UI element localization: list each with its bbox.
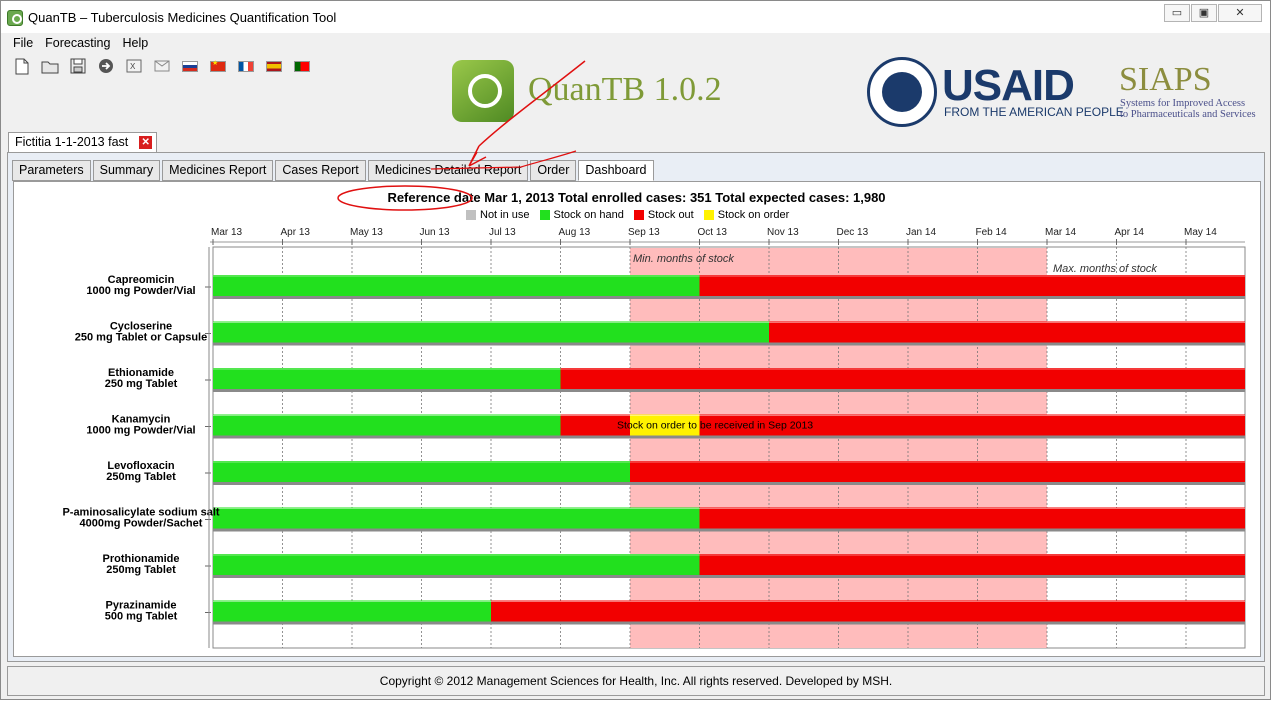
max-months-label: Max. months of stock (1053, 263, 1157, 275)
medicine-form-label: 250 mg Tablet or Capsule (75, 332, 207, 344)
month-tick-label: Dec 13 (837, 227, 869, 238)
month-tick-label: Jun 13 (420, 227, 450, 238)
month-tick-label: May 14 (1184, 227, 1217, 238)
month-tick-label: Sep 13 (628, 227, 660, 238)
month-tick-label: Mar 14 (1045, 227, 1077, 238)
copyright-footer: Copyright © 2012 Management Sciences for… (7, 666, 1265, 696)
stock-out-bar (699, 507, 1245, 529)
stock-on-hand-bar (213, 461, 630, 482)
row-separator (213, 482, 1245, 485)
stock-on-hand-bar (213, 507, 700, 529)
month-tick-label: Oct 13 (698, 227, 728, 238)
month-tick-label: Jan 14 (906, 227, 936, 238)
medicine-form-label: 500 mg Tablet (105, 611, 178, 623)
stock-on-hand-bar (213, 368, 561, 389)
row-separator (213, 296, 1245, 299)
stock-out-bar (699, 275, 1245, 296)
stock-gantt-chart: Mar 13 Apr 13 May 13 Jun 13 Jul 13 Aug 13 Sep … (62, 227, 1246, 649)
month-tick-label: May 13 (350, 227, 383, 238)
stock-on-hand-bar (213, 321, 769, 343)
month-tick-label: Apr 13 (281, 227, 311, 238)
stock-out-bar (699, 554, 1245, 575)
row-separator (213, 435, 1245, 439)
stock-out-bar (560, 368, 1245, 389)
row-separator (213, 342, 1245, 346)
stock-on-hand-bar (213, 275, 700, 296)
month-tick-label: Jul 13 (489, 227, 516, 238)
stock-on-hand-bar (213, 414, 561, 436)
medicine-form-label: 250mg Tablet (106, 564, 176, 576)
month-tick-label: Mar 13 (211, 227, 243, 238)
month-tick-label: Apr 14 (1115, 227, 1145, 238)
stock-on-hand-bar (213, 554, 700, 575)
medicine-form-label: 250 mg Tablet (105, 378, 178, 390)
row-separator (213, 621, 1245, 625)
medicine-form-label: 1000 mg Powder/Vial (86, 425, 195, 437)
row-separator (213, 389, 1245, 392)
stock-on-hand-bar (213, 600, 491, 622)
app-window: QuanTB – Tuberculosis Medicines Quantifi… (0, 0, 1271, 700)
min-months-label: Min. months of stock (633, 253, 734, 265)
stock-on-order-label: Stock on order to be received in Sep 201… (617, 420, 813, 432)
medicine-form-label: 250mg Tablet (106, 471, 176, 483)
month-tick-label: Nov 13 (767, 227, 799, 238)
month-tick-label: Aug 13 (559, 227, 591, 238)
stock-out-bar (630, 461, 1245, 482)
month-tick-label: Feb 14 (976, 227, 1008, 238)
medicine-form-label: 1000 mg Powder/Vial (86, 285, 195, 297)
stock-out-bar (769, 321, 1245, 343)
medicine-form-label: 4000mg Powder/Sachet (80, 518, 203, 530)
stock-out-bar (491, 600, 1245, 622)
row-separator (213, 528, 1245, 532)
row-separator (213, 575, 1245, 578)
